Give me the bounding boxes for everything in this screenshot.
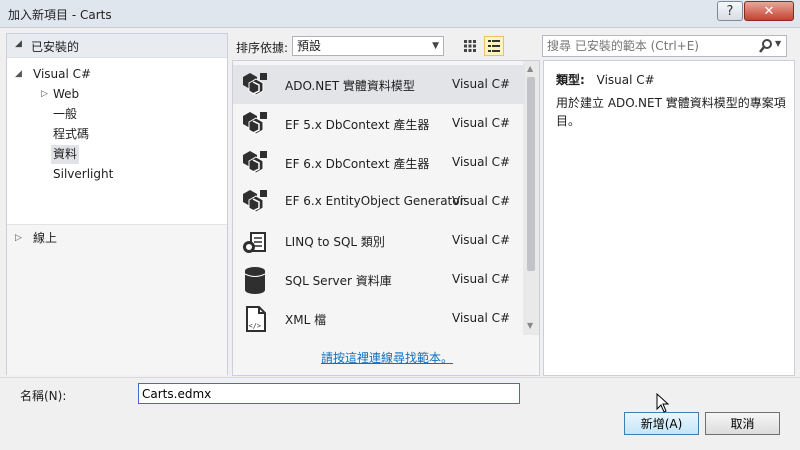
installed-header[interactable]: ◢ 已安裝的 — [7, 34, 227, 58]
template-name: SQL Server 資料庫 — [285, 274, 392, 288]
list-view-icon — [488, 40, 500, 52]
database-icon — [244, 267, 266, 294]
window-title: 加入新項目 - Carts — [8, 8, 112, 22]
add-button[interactable]: 新增(A) — [624, 412, 699, 435]
tree-item-data[interactable]: 資料 — [51, 145, 80, 164]
template-language: Visual C# — [452, 116, 511, 130]
template-name: EF 5.x DbContext 產生器 — [285, 118, 430, 132]
divider — [0, 377, 800, 378]
close-button[interactable]: ✕ — [744, 1, 794, 21]
template-row[interactable]: EF 6.x DbContext 產生器 Visual C# — [233, 143, 525, 182]
xml-file-icon: </> — [246, 306, 266, 332]
online-templates-link[interactable]: 請按這裡連線尋找範本。 — [321, 349, 453, 366]
template-description: 用於建立 ADO.NET 實體資料模型的專案項目。 — [556, 96, 786, 128]
template-name: ADO.NET 實體資料模型 — [285, 79, 415, 93]
template-language: Visual C# — [452, 233, 511, 247]
list-view-button[interactable] — [484, 36, 504, 56]
tree-item-silverlight[interactable]: Silverlight — [53, 165, 113, 184]
installed-label: 已安裝的 — [31, 40, 80, 54]
type-value: Visual C# — [596, 73, 655, 87]
scroll-up-icon[interactable]: ▲ — [527, 64, 533, 73]
entity-model-icon — [243, 151, 267, 174]
sort-toolbar: 排序依據: 預設 ▼ — [234, 33, 540, 59]
sort-dropdown[interactable]: 預設 ▼ — [292, 36, 444, 56]
tree-item-general[interactable]: 一般 — [53, 105, 77, 124]
entity-model-icon — [243, 190, 267, 213]
tree-item-label: Visual C# — [33, 67, 92, 81]
help-button[interactable]: ? — [717, 1, 743, 21]
template-name: LINQ to SQL 類別 — [285, 235, 385, 249]
online-section: ▷ 線上 — [7, 225, 227, 375]
template-search: ▼ — [542, 35, 787, 57]
template-row[interactable]: SQL Server 資料庫 Visual C# — [233, 260, 525, 299]
template-language: Visual C# — [452, 311, 511, 325]
template-name: XML 檔 — [285, 313, 327, 327]
svg-text:</>: </> — [249, 322, 262, 330]
vertical-scrollbar[interactable]: ▲ ▼ — [523, 61, 539, 335]
template-row[interactable]: EF 5.x DbContext 產生器 Visual C# — [233, 104, 525, 143]
tree-item-code[interactable]: 程式碼 — [53, 125, 89, 144]
template-language: Visual C# — [452, 194, 511, 208]
template-row[interactable]: EF 6.x EntityObject Generator Visual C# — [233, 182, 525, 221]
entity-model-icon — [243, 73, 267, 96]
linq-to-sql-icon — [243, 232, 266, 253]
template-language: Visual C# — [452, 272, 511, 286]
type-label: 類型: — [556, 73, 585, 87]
small-icons-view-button[interactable] — [460, 36, 480, 56]
search-input[interactable] — [543, 36, 753, 56]
mouse-cursor-icon — [656, 393, 670, 413]
collapsed-arrow-icon: ▷ — [41, 89, 48, 99]
collapsed-arrow-icon: ▷ — [15, 233, 22, 243]
entity-model-icon — [243, 112, 267, 135]
scroll-thumb[interactable] — [527, 77, 535, 271]
template-details-pane: 類型: Visual C# 用於建立 ADO.NET 實體資料模型的專案項目。 — [543, 60, 795, 376]
chevron-down-icon: ▼ — [432, 41, 439, 51]
template-row[interactable]: LINQ to SQL 類別 Visual C# — [233, 221, 525, 260]
template-language: Visual C# — [452, 155, 511, 169]
template-name: EF 6.x DbContext 產生器 — [285, 157, 430, 171]
tree-item-label: 一般 — [53, 107, 78, 121]
sort-label: 排序依據: — [236, 41, 289, 55]
scroll-down-icon[interactable]: ▼ — [527, 321, 533, 330]
type-row: 類型: Visual C# — [556, 71, 655, 88]
tree-item-label: Silverlight — [53, 167, 114, 181]
template-list: ▲ ▼ 請按這裡連線尋找範本。 ADO.NET 實體資料模型 Visual C# E… — [232, 60, 540, 376]
template-category-pane: ◢ 已安裝的 ◢ Visual C# ▷ Web 一般 程式碼 資料 Silve… — [6, 33, 228, 375]
search-icon[interactable] — [759, 38, 773, 54]
name-input[interactable] — [138, 383, 520, 404]
tree-item-label: 線上 — [33, 231, 58, 245]
small-icons-view-icon — [464, 40, 476, 52]
tree-item-label: 資料 — [53, 147, 78, 161]
search-options-chevron-icon[interactable]: ▼ — [775, 39, 781, 48]
title-bar: 加入新項目 - Carts ? ✕ — [0, 0, 800, 28]
tree-item-label: Web — [53, 87, 80, 101]
cancel-button[interactable]: 取消 — [705, 412, 780, 435]
template-language: Visual C# — [452, 77, 511, 91]
template-name: EF 6.x EntityObject Generator — [285, 194, 465, 208]
expanded-arrow-icon: ◢ — [15, 69, 22, 79]
sort-value: 預設 — [297, 39, 322, 53]
tree-item-label: 程式碼 — [53, 127, 90, 141]
name-label: 名稱(N): — [20, 389, 67, 403]
collapse-arrow-icon: ◢ — [15, 39, 22, 49]
template-row[interactable]: </> XML 檔 Visual C# — [233, 299, 525, 338]
template-row[interactable]: ADO.NET 實體資料模型 Visual C# — [233, 65, 525, 104]
